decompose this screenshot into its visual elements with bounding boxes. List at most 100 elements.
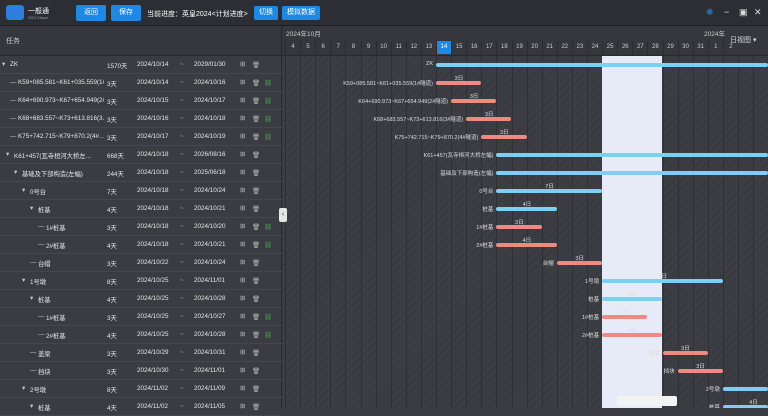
task-row[interactable]: ▾ 0号台 7天 2024/10/18 ~2024/10/24 ⊞ 🗑 xyxy=(0,182,282,200)
day-header: 26 xyxy=(617,41,632,54)
delete-icon[interactable]: 🗑 xyxy=(252,205,260,213)
delete-icon[interactable]: 🗑 xyxy=(252,385,260,393)
expand-icon[interactable]: ▾ xyxy=(30,295,33,302)
edit-icon[interactable]: ⊞ xyxy=(240,277,245,284)
delete-icon[interactable]: 🗑 xyxy=(252,169,260,177)
edit-icon[interactable]: ⊞ xyxy=(240,295,245,302)
delete-icon[interactable]: 🗑 xyxy=(252,151,260,159)
edit-icon[interactable]: ⊞ xyxy=(240,367,245,374)
switch-button[interactable]: 切换 xyxy=(254,6,278,20)
zoom-toolbar[interactable] xyxy=(617,396,677,406)
task-row[interactable]: — K75+742.715~K79+870.2(4#… 3天 2024/10/17 ~2… xyxy=(0,128,282,146)
bar-label: 盖梁 xyxy=(648,351,660,357)
task-row[interactable]: ▾ K61+457(瓦寺桓河大桥左… 668天 2024/10/18 ~2026/08/… xyxy=(0,146,282,164)
task-row[interactable]: —2#桩基 4天 2024/10/25 ~2024/10/28 ⊞ 🗑 ⛓ xyxy=(0,326,282,344)
delete-icon[interactable]: 🗑 xyxy=(252,79,260,87)
edit-icon[interactable]: ⊞ xyxy=(240,169,245,176)
save-button[interactable]: 保存 xyxy=(111,5,141,21)
duration-label: 4日 xyxy=(628,292,637,298)
task-row[interactable]: —1#桩基 3天 2024/10/25 ~2024/10/27 ⊞ 🗑 ⛓ xyxy=(0,308,282,326)
delete-icon[interactable]: 🗑 xyxy=(252,187,260,195)
task-row[interactable]: — 台帽 3天 2024/10/22 ~2024/10/24 ⊞ 🗑 xyxy=(0,254,282,272)
delete-icon[interactable]: 🗑 xyxy=(252,331,260,339)
delete-icon[interactable]: 🗑 xyxy=(252,133,260,141)
delete-icon[interactable]: 🗑 xyxy=(252,241,260,249)
delete-icon[interactable]: 🗑 xyxy=(252,259,260,267)
edit-icon[interactable]: ⊞ xyxy=(240,331,245,338)
simulate-button[interactable]: 模拟数据 xyxy=(282,6,320,20)
day-header: 13 xyxy=(420,41,436,54)
task-row[interactable]: ▾ 桩基 4天 2024/10/25 ~2024/10/28 ⊞ 🗑 xyxy=(0,290,282,308)
task-row[interactable]: ▾ 1号墩 8天 2024/10/25 ~2024/11/01 ⊞ 🗑 xyxy=(0,272,282,290)
date-separator: ~ xyxy=(180,97,184,104)
edit-icon[interactable]: ⊞ xyxy=(240,403,245,410)
delete-icon[interactable]: 🗑 xyxy=(252,349,260,357)
task-row[interactable]: ▾ ZK 1570天 2024/10/14 ~2029/01/30 ⊞ 🗑 xyxy=(0,56,282,74)
edit-icon[interactable]: ⊞ xyxy=(240,205,245,212)
delete-icon[interactable]: 🗑 xyxy=(252,295,260,303)
task-end: 2024/10/28 xyxy=(194,295,226,302)
bar-label: 台帽 xyxy=(542,261,554,267)
task-row[interactable]: ▾ 桩基 4天 2024/10/18 ~2024/10/21 ⊞ 🗑 xyxy=(0,200,282,218)
minimize-icon[interactable]: − xyxy=(724,7,729,17)
edit-icon[interactable]: ⊞ xyxy=(240,259,245,266)
edit-icon[interactable]: ⊞ xyxy=(240,313,245,320)
delete-icon[interactable]: 🗑 xyxy=(252,223,260,231)
day-column-line xyxy=(662,56,664,408)
edit-icon[interactable]: ⊞ xyxy=(240,79,245,86)
task-row[interactable]: ▾ 基础及下部构造(左幅) 244天 2024/10/18 ~2025/06/18 ⊞ 🗑 xyxy=(0,164,282,182)
back-button[interactable]: 返回 xyxy=(76,5,106,21)
edit-icon[interactable]: ⊞ xyxy=(240,61,245,68)
task-duration: 4天 xyxy=(107,207,117,214)
edit-icon[interactable]: ⊞ xyxy=(240,349,245,356)
close-icon[interactable]: ✕ xyxy=(754,7,762,18)
task-row[interactable]: — K64+690.973~K67+654.949(2#… 3天 2024/10/15… xyxy=(0,92,282,110)
task-end: 2024/11/09 xyxy=(194,385,226,392)
delete-icon[interactable]: 🗑 xyxy=(252,403,260,411)
delete-icon[interactable]: 🗑 xyxy=(252,97,260,105)
task-row[interactable]: — K68+683.557~K73+613.816(3… 3天 2024/10/16 ~… xyxy=(0,110,282,128)
task-bar[interactable] xyxy=(436,63,768,67)
help-icon[interactable]: ❋ xyxy=(706,7,714,18)
task-row[interactable]: —1#桩基 3天 2024/10/18 ~2024/10/20 ⊞ 🗑 ⛓ xyxy=(0,218,282,236)
expand-icon[interactable]: ▾ xyxy=(30,403,33,410)
edit-icon[interactable]: ⊞ xyxy=(240,115,245,122)
task-row[interactable]: ▾ 2号墩 8天 2024/11/02 ~2024/11/09 ⊞ 🗑 xyxy=(0,380,282,398)
expand-icon[interactable]: ▾ xyxy=(22,385,25,392)
task-duration: 3天 xyxy=(107,81,117,88)
task-bar[interactable] xyxy=(496,153,768,157)
expand-icon[interactable]: ▾ xyxy=(6,151,9,158)
delete-icon[interactable]: 🗑 xyxy=(252,367,260,375)
delete-icon[interactable]: 🗑 xyxy=(252,61,260,69)
view-select[interactable]: 日视图 ▾ xyxy=(730,35,756,45)
task-row[interactable]: —2#桩基 4天 2024/10/18 ~2024/10/21 ⊞ 🗑 ⛓ xyxy=(0,236,282,254)
task-row[interactable]: ▾ 桩基 4天 2024/11/02 ~2024/11/05 ⊞ 🗑 xyxy=(0,398,282,416)
task-row[interactable]: — 挡块 3天 2024/10/30 ~2024/11/01 ⊞ 🗑 xyxy=(0,362,282,380)
expand-icon[interactable]: ▾ xyxy=(14,169,17,176)
expand-icon[interactable]: ▾ xyxy=(2,61,5,68)
date-separator: ~ xyxy=(180,349,184,356)
task-start: 2024/10/14 xyxy=(137,61,169,68)
edit-icon[interactable]: ⊞ xyxy=(240,241,245,248)
task-column-header: 任务 xyxy=(6,38,20,45)
collapse-handle[interactable]: ‹ xyxy=(279,208,287,222)
edit-icon[interactable]: ⊞ xyxy=(240,187,245,194)
bar-label: 2号墩 xyxy=(705,387,720,393)
delete-icon[interactable]: 🗑 xyxy=(252,115,260,123)
edit-icon[interactable]: ⊞ xyxy=(240,223,245,230)
delete-icon[interactable]: 🗑 xyxy=(252,277,260,285)
task-bar[interactable] xyxy=(722,387,768,391)
edit-icon[interactable]: ⊞ xyxy=(240,133,245,140)
task-row[interactable]: — K59+085.581~K61+035.559(1#… 3天 2024/10/14… xyxy=(0,74,282,92)
edit-icon[interactable]: ⊞ xyxy=(240,97,245,104)
task-row[interactable]: — 盖梁 3天 2024/10/29 ~2024/10/31 ⊞ 🗑 xyxy=(0,344,282,362)
expand-icon[interactable]: ▾ xyxy=(22,187,25,194)
edit-icon[interactable]: ⊞ xyxy=(240,151,245,158)
expand-icon[interactable]: ▾ xyxy=(30,205,33,212)
task-duration: 3天 xyxy=(107,261,117,268)
delete-icon[interactable]: 🗑 xyxy=(252,313,260,321)
expand-icon[interactable]: ▾ xyxy=(22,277,25,284)
maximize-icon[interactable]: ▣ xyxy=(739,7,748,18)
edit-icon[interactable]: ⊞ xyxy=(240,385,245,392)
task-bar[interactable] xyxy=(496,171,768,175)
